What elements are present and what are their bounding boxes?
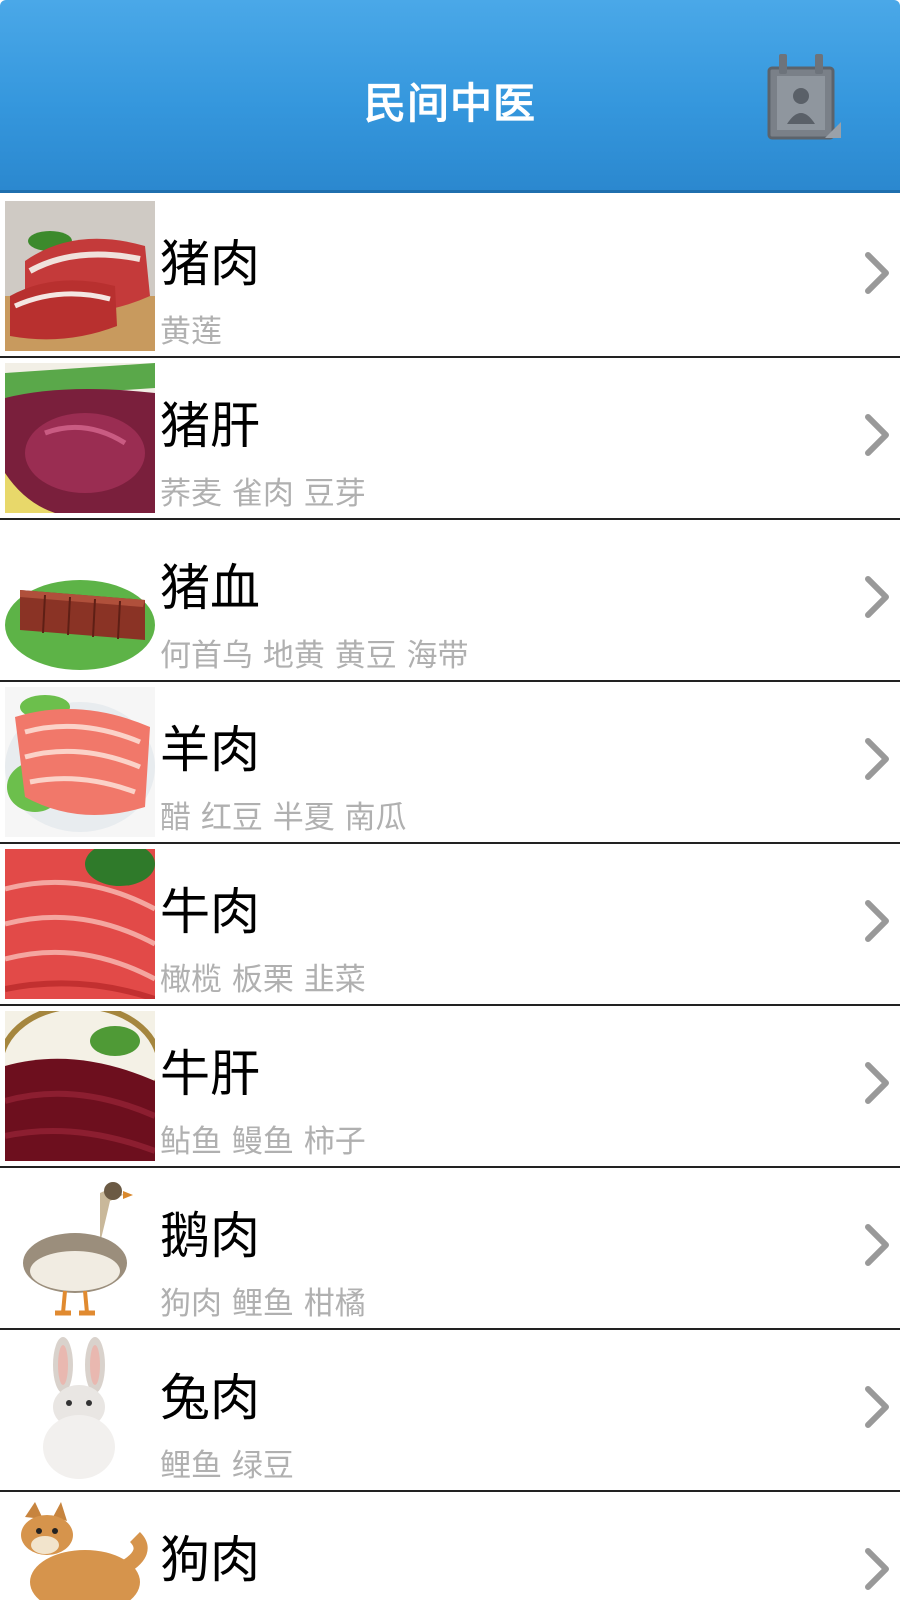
item-title: 牛肉: [160, 883, 260, 941]
chevron-right-icon: [865, 1386, 889, 1428]
pork-blood-image: [5, 525, 155, 675]
contacts-calendar-icon[interactable]: [765, 50, 845, 145]
list-item[interactable]: 牛肝 鲇鱼 鳗鱼 柿子: [0, 1006, 900, 1168]
item-title: 猪肝: [160, 397, 260, 455]
list-item[interactable]: 猪血 何首乌 地黄 黄豆 海带: [0, 520, 900, 682]
chevron-right-icon: [865, 900, 889, 942]
list-item[interactable]: 鹅肉 狗肉 鲤鱼 柑橘: [0, 1168, 900, 1330]
chevron-right-icon: [865, 576, 889, 618]
item-title: 羊肉: [160, 721, 260, 779]
item-title: 牛肝: [160, 1045, 260, 1103]
list-item[interactable]: 牛肉 橄榄 板栗 韭菜: [0, 844, 900, 1006]
item-title: 狗肉: [160, 1531, 260, 1589]
raw-pork-image: [5, 201, 155, 351]
rabbit-image: [5, 1335, 155, 1485]
list-item[interactable]: 猪肉 黄莲: [0, 196, 900, 358]
sliced-lamb-image: [5, 687, 155, 837]
dog-image: [5, 1497, 155, 1600]
item-title: 兔肉: [160, 1369, 260, 1427]
item-subtitle: 黄莲: [160, 314, 222, 350]
item-subtitle: 荞麦 雀肉 豆芽: [160, 476, 366, 512]
sliced-beef-image: [5, 849, 155, 999]
chevron-right-icon: [865, 1224, 889, 1266]
pork-liver-image: [5, 363, 155, 513]
list-item[interactable]: 羊肉 醋 红豆 半夏 南瓜: [0, 682, 900, 844]
list-item[interactable]: 猪肝 荞麦 雀肉 豆芽: [0, 358, 900, 520]
chevron-right-icon: [865, 414, 889, 456]
item-title: 鹅肉: [160, 1207, 260, 1265]
item-subtitle: 何首乌 地黄 黄豆 海带: [160, 638, 469, 674]
chevron-right-icon: [865, 738, 889, 780]
item-title: 猪血: [160, 559, 260, 617]
top-bar: 民间中医: [0, 0, 900, 193]
item-subtitle: 鲇鱼 鳗鱼 柿子: [160, 1124, 366, 1160]
item-subtitle: 狗肉 鲤鱼 柑橘: [160, 1286, 366, 1322]
food-list: 猪肉 黄莲 猪肝 荞麦 雀肉 豆芽 猪血 何首乌 地黄 黄豆 海带 羊肉 醋 红…: [0, 196, 900, 1600]
item-title: 猪肉: [160, 235, 260, 293]
chevron-right-icon: [865, 252, 889, 294]
item-subtitle: 醋 红豆 半夏 南瓜: [160, 800, 407, 836]
goose-image: [5, 1173, 155, 1323]
item-subtitle: 鲤鱼 绿豆: [160, 1448, 294, 1484]
item-subtitle: 橄榄 板栗 韭菜: [160, 962, 366, 998]
chevron-right-icon: [865, 1062, 889, 1104]
beef-liver-image: [5, 1011, 155, 1161]
list-item[interactable]: 狗肉: [0, 1492, 900, 1600]
chevron-right-icon: [865, 1548, 889, 1590]
list-item[interactable]: 兔肉 鲤鱼 绿豆: [0, 1330, 900, 1492]
